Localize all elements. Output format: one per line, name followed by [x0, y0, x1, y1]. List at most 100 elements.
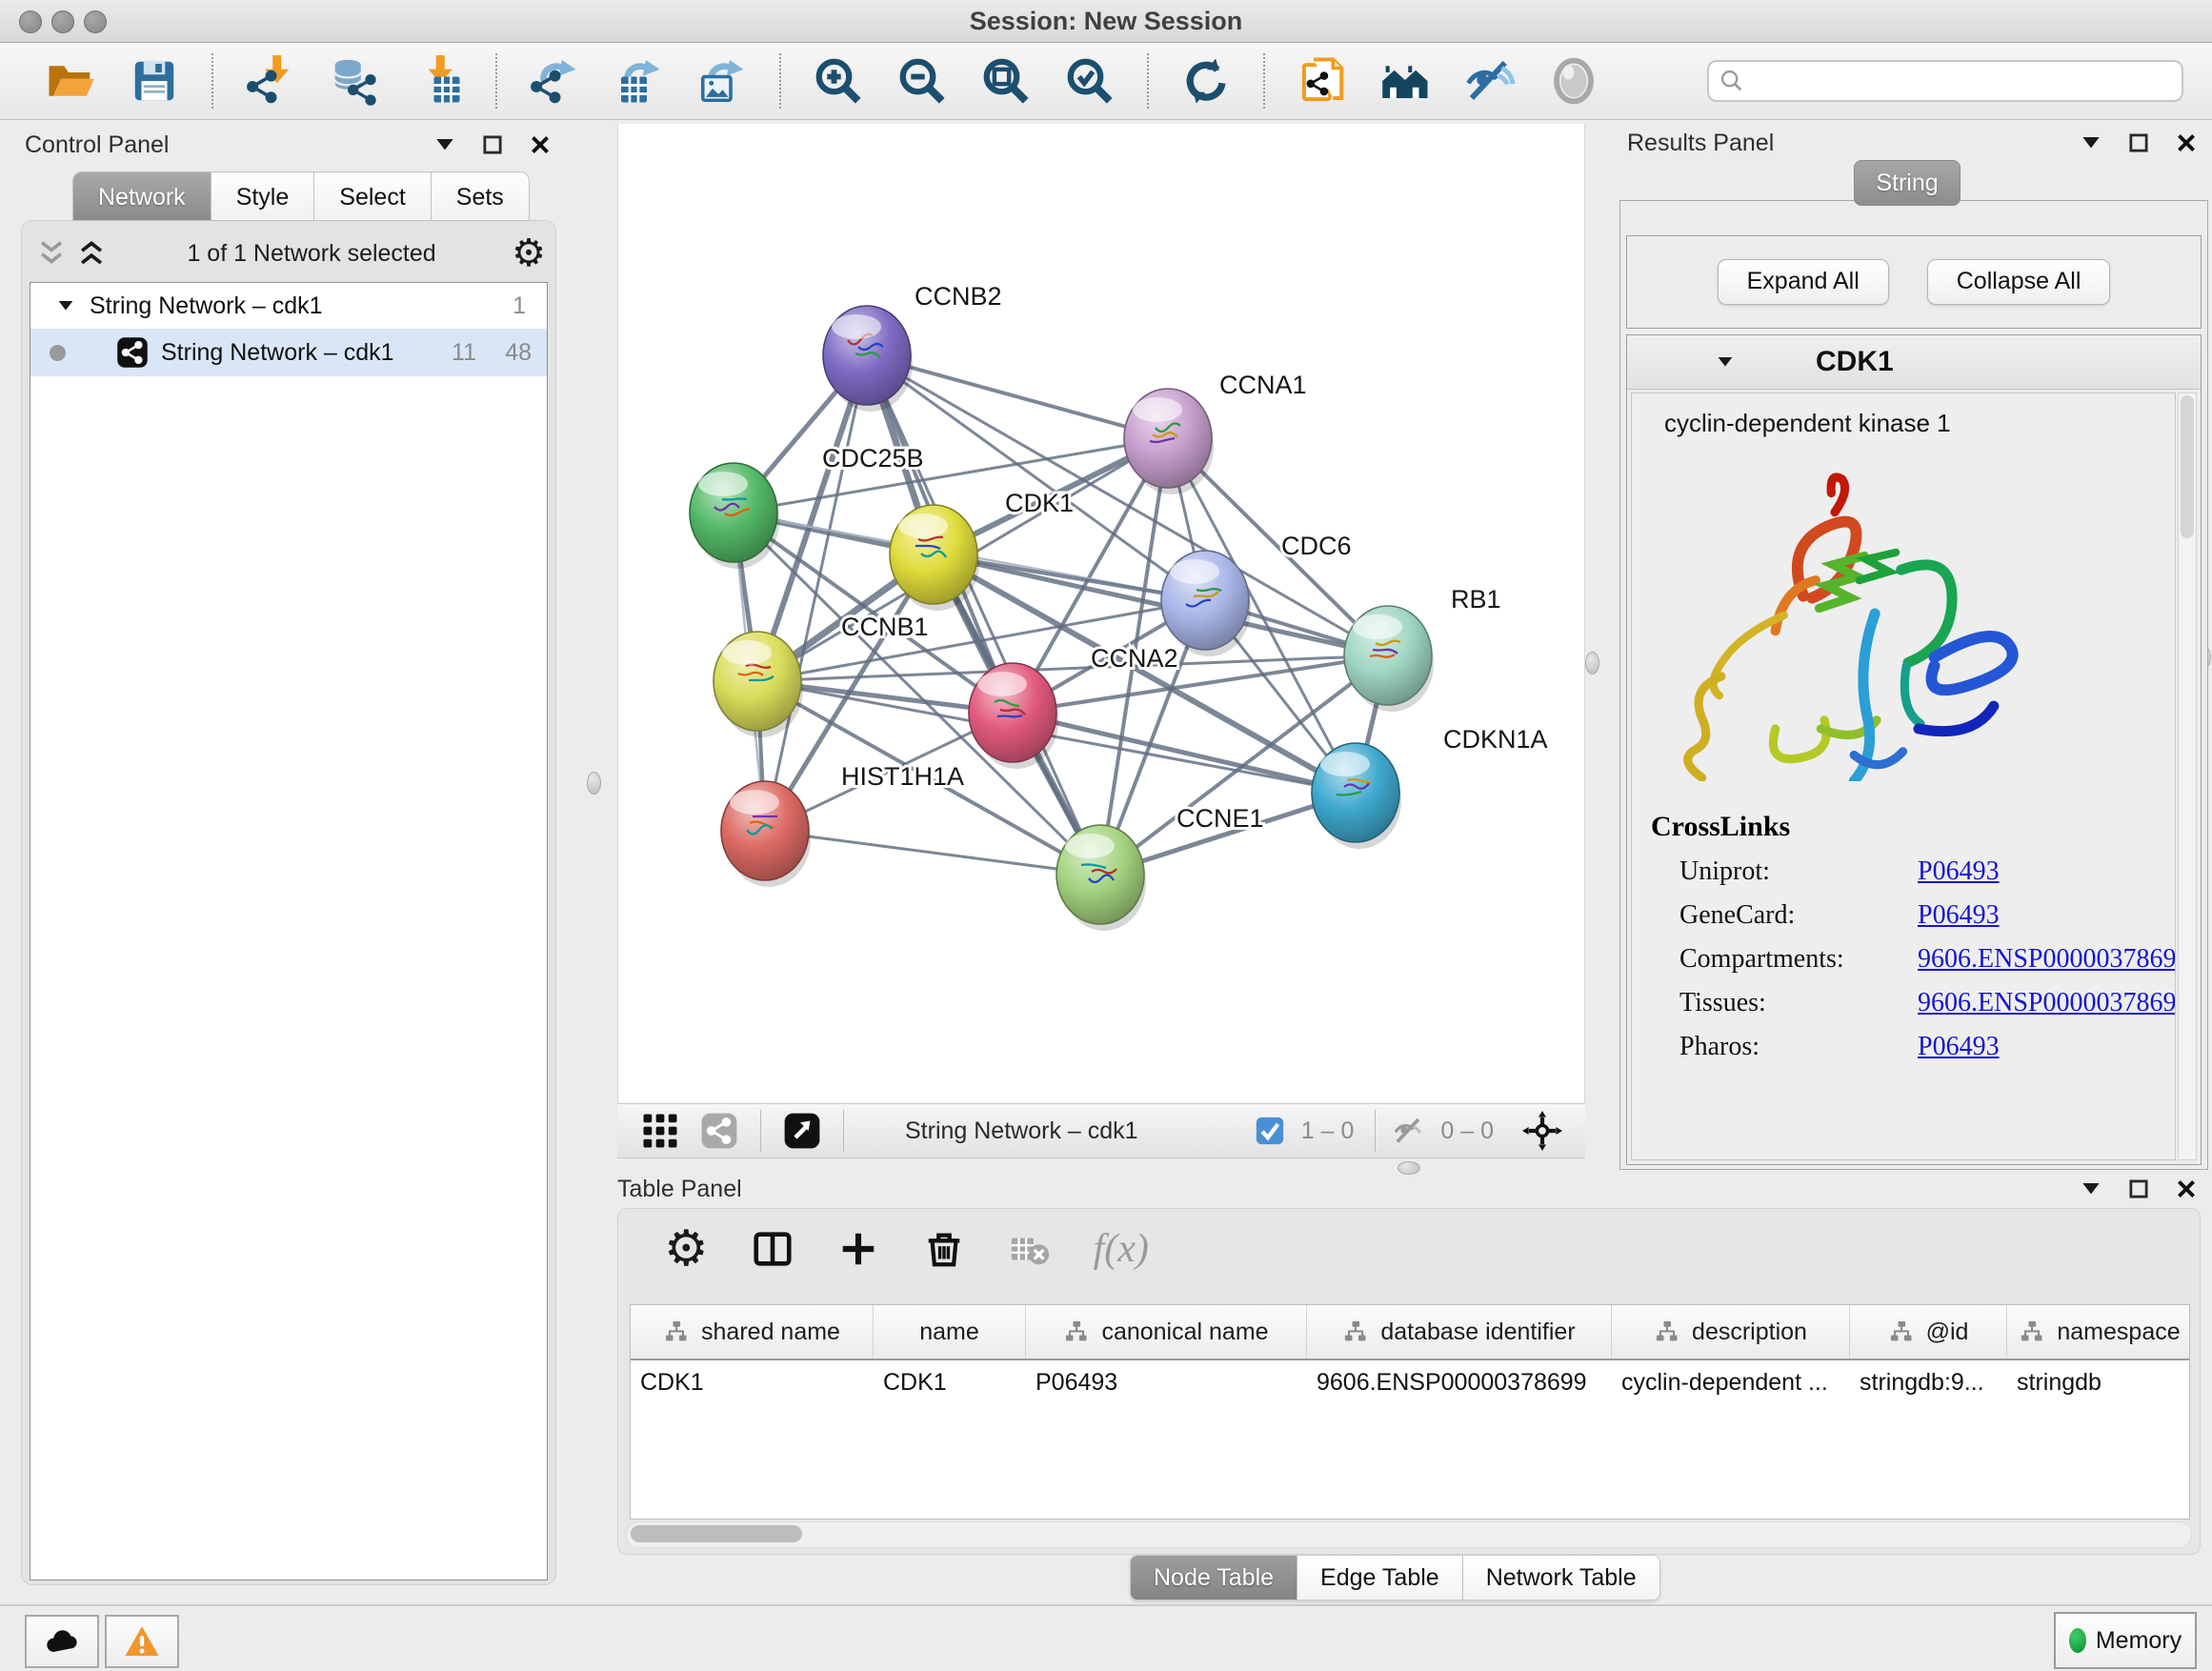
collapse-all-networks-icon[interactable]	[35, 237, 68, 270]
node-CCNB2[interactable]	[823, 306, 913, 412]
close-panel-icon[interactable]	[2174, 131, 2199, 155]
right-splitter-handle[interactable]	[1585, 652, 1599, 674]
grid-view-icon[interactable]	[640, 1111, 680, 1151]
export-table-icon[interactable]	[613, 55, 664, 107]
network-view-toolbar: String Network – cdk1 1 – 0 0 – 0	[617, 1103, 1585, 1158]
open-folder-icon[interactable]	[45, 55, 96, 107]
trash-icon[interactable]	[922, 1227, 966, 1271]
network-canvas[interactable]: CCNB2 CCNA1 CDC25B CDK1 CDC6 RB1 CCNB1	[617, 124, 1585, 1103]
crosslink-link[interactable]: P06493	[1918, 1032, 2000, 1062]
node-CCNA1[interactable]	[1124, 389, 1214, 494]
left-splitter-handle[interactable]	[587, 772, 601, 795]
table-cell: 9606.ENSP00000378699	[1307, 1369, 1612, 1397]
export-image-icon[interactable]	[696, 55, 748, 107]
collection-expander-icon[interactable]	[55, 295, 76, 316]
section-expander-icon[interactable]	[1715, 352, 1736, 372]
search-input[interactable]	[1707, 60, 2183, 102]
close-panel-icon[interactable]	[528, 132, 553, 157]
import-table-icon[interactable]	[412, 55, 464, 107]
export-network-icon[interactable]	[529, 55, 580, 107]
column-header-description[interactable]: description	[1612, 1305, 1850, 1359]
node-CCNA2[interactable]	[969, 663, 1058, 769]
panel-menu-icon[interactable]	[2079, 1177, 2103, 1201]
string-results-pane: Expand All Collapse All CDK1 cyclin-depe…	[1619, 200, 2208, 1170]
results-scrollbar-thumb[interactable]	[2181, 395, 2194, 538]
panel-menu-icon[interactable]	[432, 132, 457, 157]
node-HIST1H1A[interactable]	[721, 781, 811, 887]
gear-icon[interactable]: ⚙	[664, 1230, 709, 1268]
network-options-gear-icon[interactable]: ⚙	[512, 234, 546, 272]
column-header-name[interactable]: name	[874, 1305, 1026, 1359]
float-panel-icon[interactable]	[2126, 131, 2151, 155]
zoom-selected-icon[interactable]	[1064, 55, 1116, 107]
panel-menu-icon[interactable]	[2079, 131, 2103, 155]
crosslink-link[interactable]: 9606.ENSP00000378699	[1918, 988, 2176, 1018]
crosslink-link[interactable]: P06493	[1918, 900, 2000, 931]
enhanced-graphics-icon[interactable]	[1548, 55, 1599, 107]
node-CDKN1A[interactable]	[1312, 743, 1401, 849]
columns-icon[interactable]	[751, 1227, 794, 1271]
zoom-out-icon[interactable]	[896, 55, 948, 107]
zoom-in-icon[interactable]	[813, 55, 864, 107]
warnings-button[interactable]	[105, 1615, 179, 1668]
string-home-icon[interactable]	[1380, 55, 1432, 107]
network-row[interactable]: String Network – cdk1 11 48	[30, 329, 547, 376]
tab-network[interactable]: Network	[72, 171, 211, 221]
node-label-CCNE1: CCNE1	[1176, 804, 1264, 833]
import-database-icon[interactable]	[329, 55, 380, 107]
add-column-icon[interactable]	[836, 1227, 880, 1271]
node-CDC6[interactable]	[1161, 551, 1251, 656]
expand-all-button[interactable]: Expand All	[1718, 259, 1889, 305]
tab-node-table[interactable]: Node Table	[1130, 1555, 1297, 1601]
float-panel-icon[interactable]	[2126, 1177, 2151, 1201]
toggle-structure-images-icon[interactable]	[1464, 55, 1516, 107]
column-header-@id[interactable]: @id	[1850, 1305, 2007, 1359]
tab-edge-table[interactable]: Edge Table	[1297, 1555, 1463, 1601]
refresh-layout-icon[interactable]	[1180, 55, 1232, 107]
float-panel-icon[interactable]	[480, 132, 505, 157]
cytoscape-window: Session: New Session ? Control Panel Net…	[0, 0, 2212, 1671]
close-panel-icon[interactable]	[2174, 1177, 2199, 1201]
fit-content-crosshair-icon[interactable]	[1522, 1111, 1562, 1151]
expand-all-networks-icon[interactable]	[75, 237, 108, 270]
tab-select[interactable]: Select	[314, 171, 431, 221]
column-header-database-identifier[interactable]: database identifier	[1307, 1305, 1612, 1359]
string-import-icon[interactable]	[1297, 55, 1348, 107]
node-CCNB1[interactable]	[714, 632, 803, 737]
node-table[interactable]: shared namenamecanonical name database id…	[630, 1304, 2190, 1520]
hidden-eye-icon[interactable]	[1393, 1115, 1425, 1147]
node-CDC25B[interactable]	[690, 463, 779, 569]
tab-style[interactable]: Style	[211, 171, 315, 221]
collapse-all-button[interactable]: Collapse All	[1927, 259, 2111, 305]
birds-eye-view-icon[interactable]	[782, 1111, 822, 1151]
node-RB1[interactable]	[1344, 606, 1434, 712]
network-view-icon[interactable]	[699, 1111, 739, 1151]
cloud-button[interactable]	[25, 1615, 99, 1668]
table-tabs: Node TableEdge TableNetwork Table	[1130, 1555, 1660, 1599]
selected-checkbox-icon[interactable]	[1254, 1115, 1286, 1147]
zoom-fit-icon[interactable]	[980, 55, 1032, 107]
table-row[interactable]: CDK1CDK1P064939606.ENSP00000378699cyclin…	[631, 1360, 2189, 1404]
tab-string[interactable]: String	[1854, 160, 1961, 206]
tab-sets[interactable]: Sets	[432, 171, 530, 221]
column-header-namespace[interactable]: namespace	[2007, 1305, 2190, 1359]
column-header-canonical-name[interactable]: canonical name	[1026, 1305, 1307, 1359]
import-network-icon[interactable]	[245, 55, 296, 107]
results-scrollbar[interactable]	[2178, 393, 2197, 1160]
save-session-icon[interactable]	[129, 55, 180, 107]
table-horizontal-scrollbar[interactable]	[626, 1521, 2192, 1548]
column-label: database identifier	[1380, 1319, 1575, 1346]
function-icon: f(x)	[1094, 1226, 1149, 1272]
crosslink-link[interactable]: 9606.ENSP00000378699	[1918, 944, 2176, 975]
crosslink-link[interactable]: P06493	[1918, 856, 2000, 887]
table-header-row: shared namenamecanonical name database id…	[631, 1305, 2189, 1360]
node-CCNE1[interactable]	[1056, 825, 1146, 931]
memory-button[interactable]: Memory	[2054, 1612, 2197, 1669]
protein-section-header[interactable]: CDK1	[1627, 335, 2201, 390]
tab-network-table[interactable]: Network Table	[1463, 1555, 1660, 1601]
memory-status-icon	[2069, 1628, 2086, 1653]
network-collection-row[interactable]: String Network – cdk1 1	[30, 283, 547, 329]
scrollbar-thumb[interactable]	[631, 1525, 802, 1542]
hierarchy-icon	[663, 1319, 690, 1345]
column-header-shared-name[interactable]: shared name	[631, 1305, 874, 1359]
